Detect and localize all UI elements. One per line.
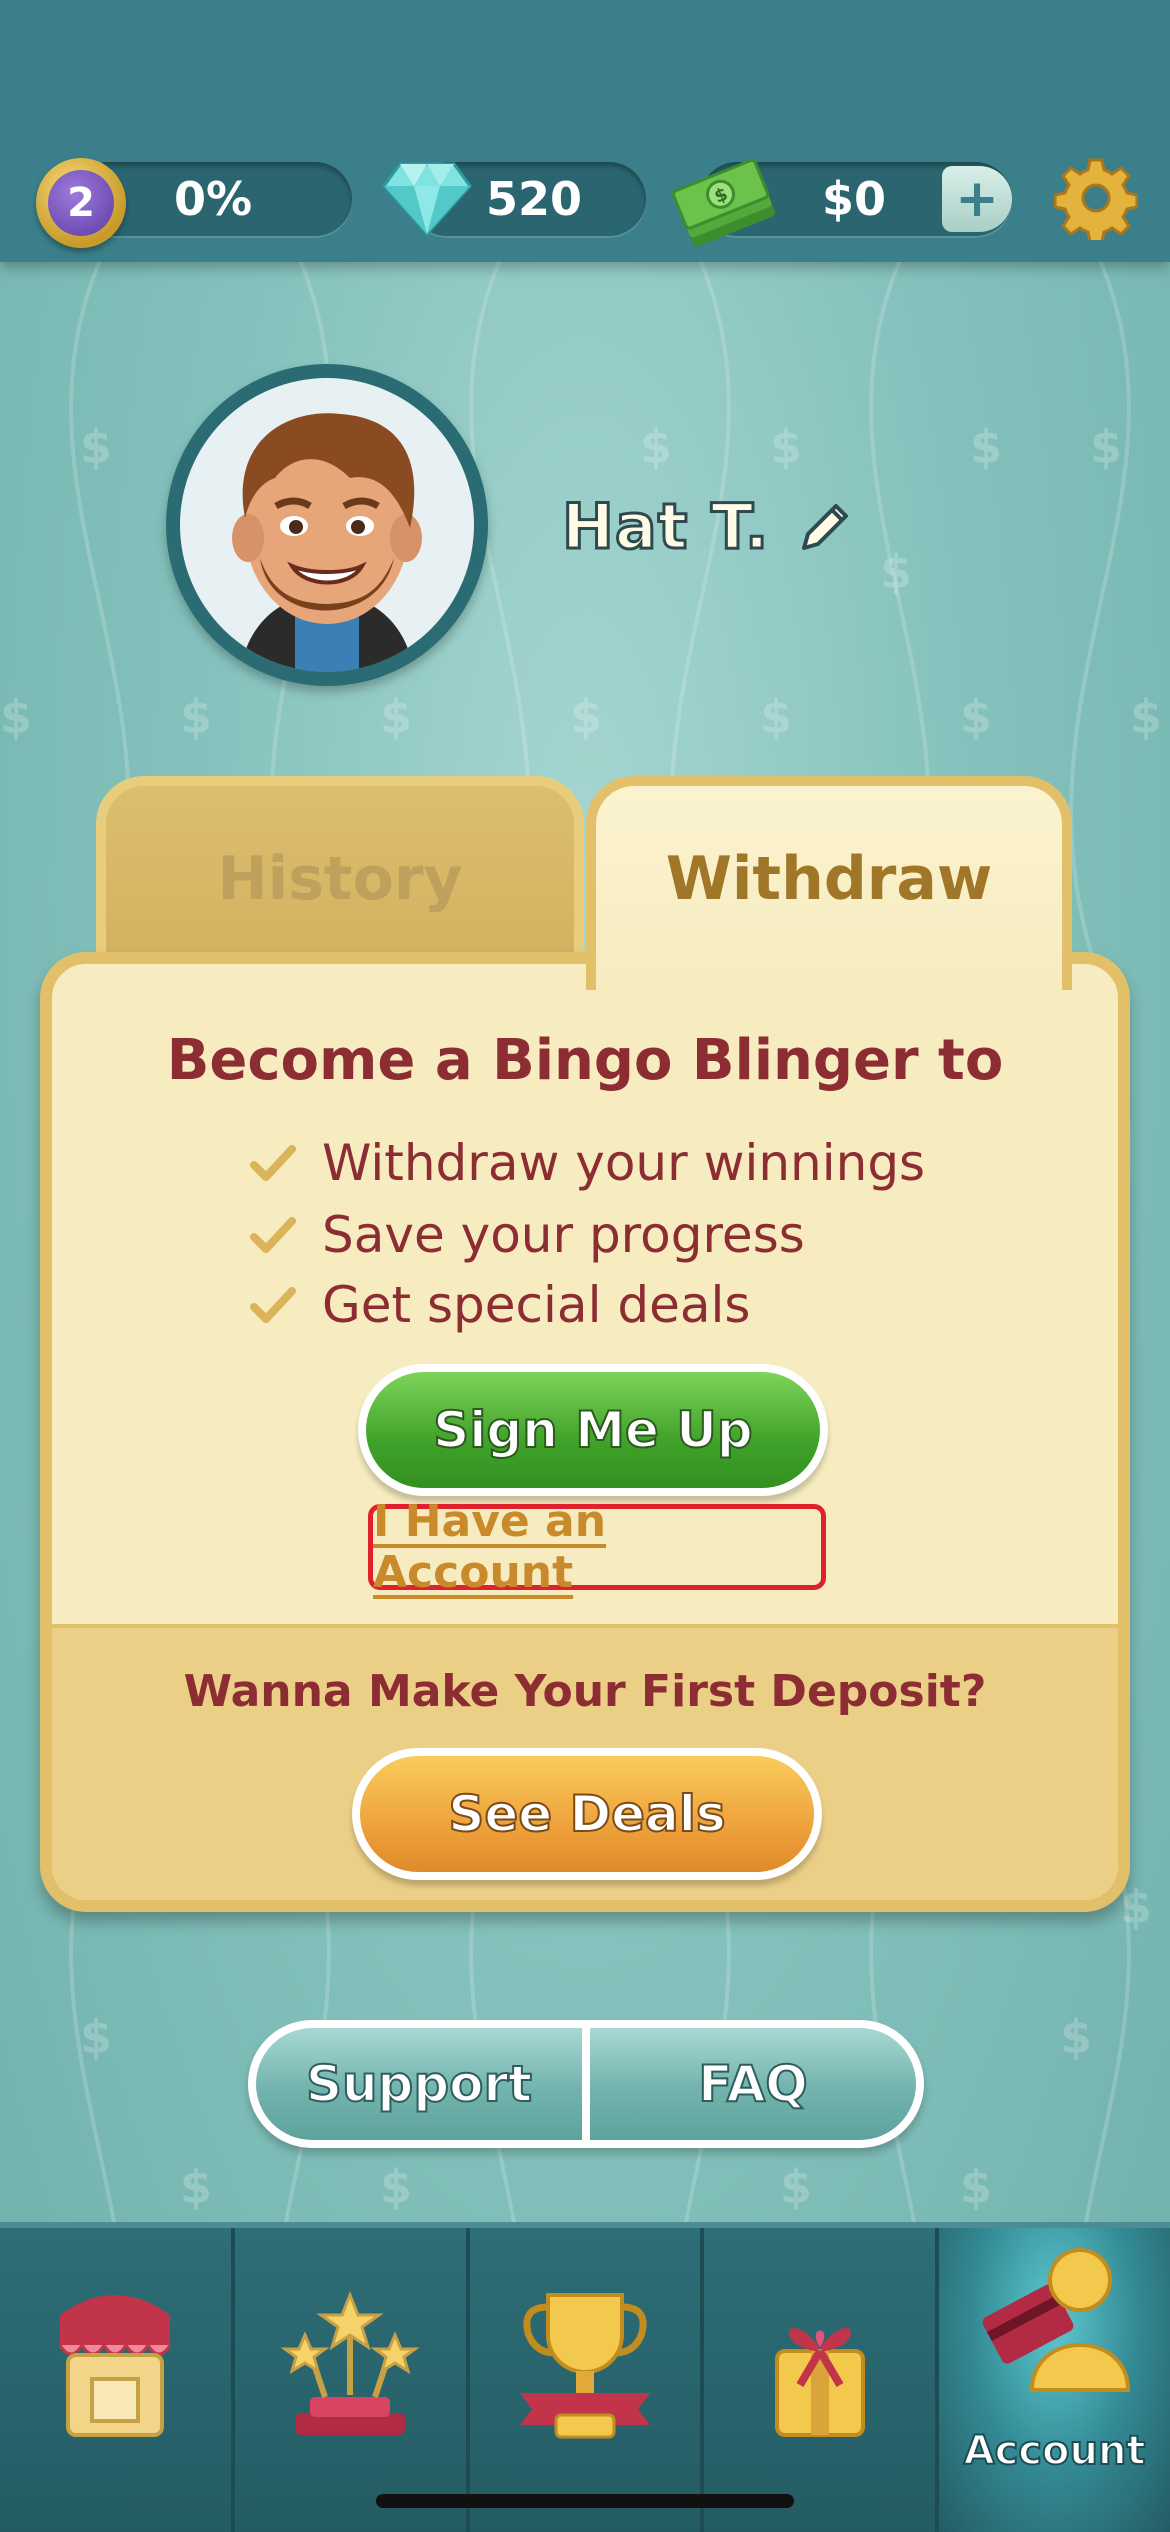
nav-item-account[interactable]: Account <box>939 2228 1170 2532</box>
avatar-face-icon <box>232 413 422 672</box>
benefit-label: Withdraw your winnings <box>322 1134 926 1192</box>
benefit-item: Withdraw your winnings <box>250 1134 925 1192</box>
trophy-icon <box>519 2293 650 2439</box>
benefit-item: Get special deals <box>250 1276 750 1334</box>
level-number: 2 <box>48 170 114 236</box>
check-icon <box>250 1217 296 1253</box>
cash-value: $0 <box>822 172 887 226</box>
have-account-link[interactable]: I Have an Account <box>368 1496 826 1598</box>
withdraw-card: Become a Bingo Blinger to Withdraw your … <box>40 952 1130 1912</box>
benefit-label: Save your progress <box>322 1206 805 1264</box>
nav-item-stars[interactable] <box>235 2228 470 2532</box>
see-deals-label: See Deals <box>360 1756 814 1872</box>
home-indicator[interactable] <box>376 2494 794 2508</box>
support-faq-bar: Support FAQ <box>248 2020 924 2148</box>
diamond-icon <box>382 162 472 237</box>
gems-value: 520 <box>486 172 583 226</box>
level-progress-value: 0% <box>174 172 253 226</box>
sign-up-button[interactable]: Sign Me Up <box>358 1364 828 1496</box>
cash-icon: $ <box>671 158 776 247</box>
benefit-item: Save your progress <box>250 1206 805 1264</box>
account-icon <box>982 2248 1130 2392</box>
support-button[interactable]: Support <box>256 2028 582 2140</box>
tab-history-label: History <box>217 844 463 914</box>
stars-icon <box>280 2290 420 2435</box>
sign-up-label: Sign Me Up <box>366 1372 820 1488</box>
nav-item-gift[interactable] <box>704 2228 940 2532</box>
nav-account-label: Account <box>963 2427 1147 2475</box>
pencil-icon[interactable] <box>796 496 856 556</box>
benefit-label: Get special deals <box>322 1276 751 1334</box>
username: Hat T. <box>560 489 770 565</box>
faq-button[interactable]: FAQ <box>590 2028 916 2140</box>
nav-item-trophy[interactable] <box>470 2228 705 2532</box>
bottom-nav: Account <box>0 2222 1170 2532</box>
deposit-prompt: Wanna Make Your First Deposit? <box>183 1666 987 1717</box>
tab-withdraw-label: Withdraw <box>665 844 993 914</box>
gift-icon <box>774 2328 865 2437</box>
deposit-section: Wanna Make Your First Deposit? See Deals <box>52 1624 1118 1900</box>
card-title: Become a Bingo Blinger to <box>166 1028 1004 1093</box>
avatar[interactable] <box>166 364 488 686</box>
tab-withdraw[interactable]: Withdraw <box>586 776 1072 990</box>
check-icon <box>250 1145 296 1181</box>
level-badge[interactable]: 2 <box>36 158 126 248</box>
have-account-label: I Have an Account <box>373 1496 607 1598</box>
gear-icon[interactable] <box>1054 156 1138 240</box>
check-icon <box>250 1287 296 1323</box>
nav-item-shop[interactable] <box>0 2228 235 2532</box>
add-cash-button[interactable]: + <box>942 166 1012 232</box>
see-deals-button[interactable]: See Deals <box>352 1748 822 1880</box>
tab-history[interactable]: History <box>96 776 584 976</box>
shop-icon <box>59 2295 172 2437</box>
